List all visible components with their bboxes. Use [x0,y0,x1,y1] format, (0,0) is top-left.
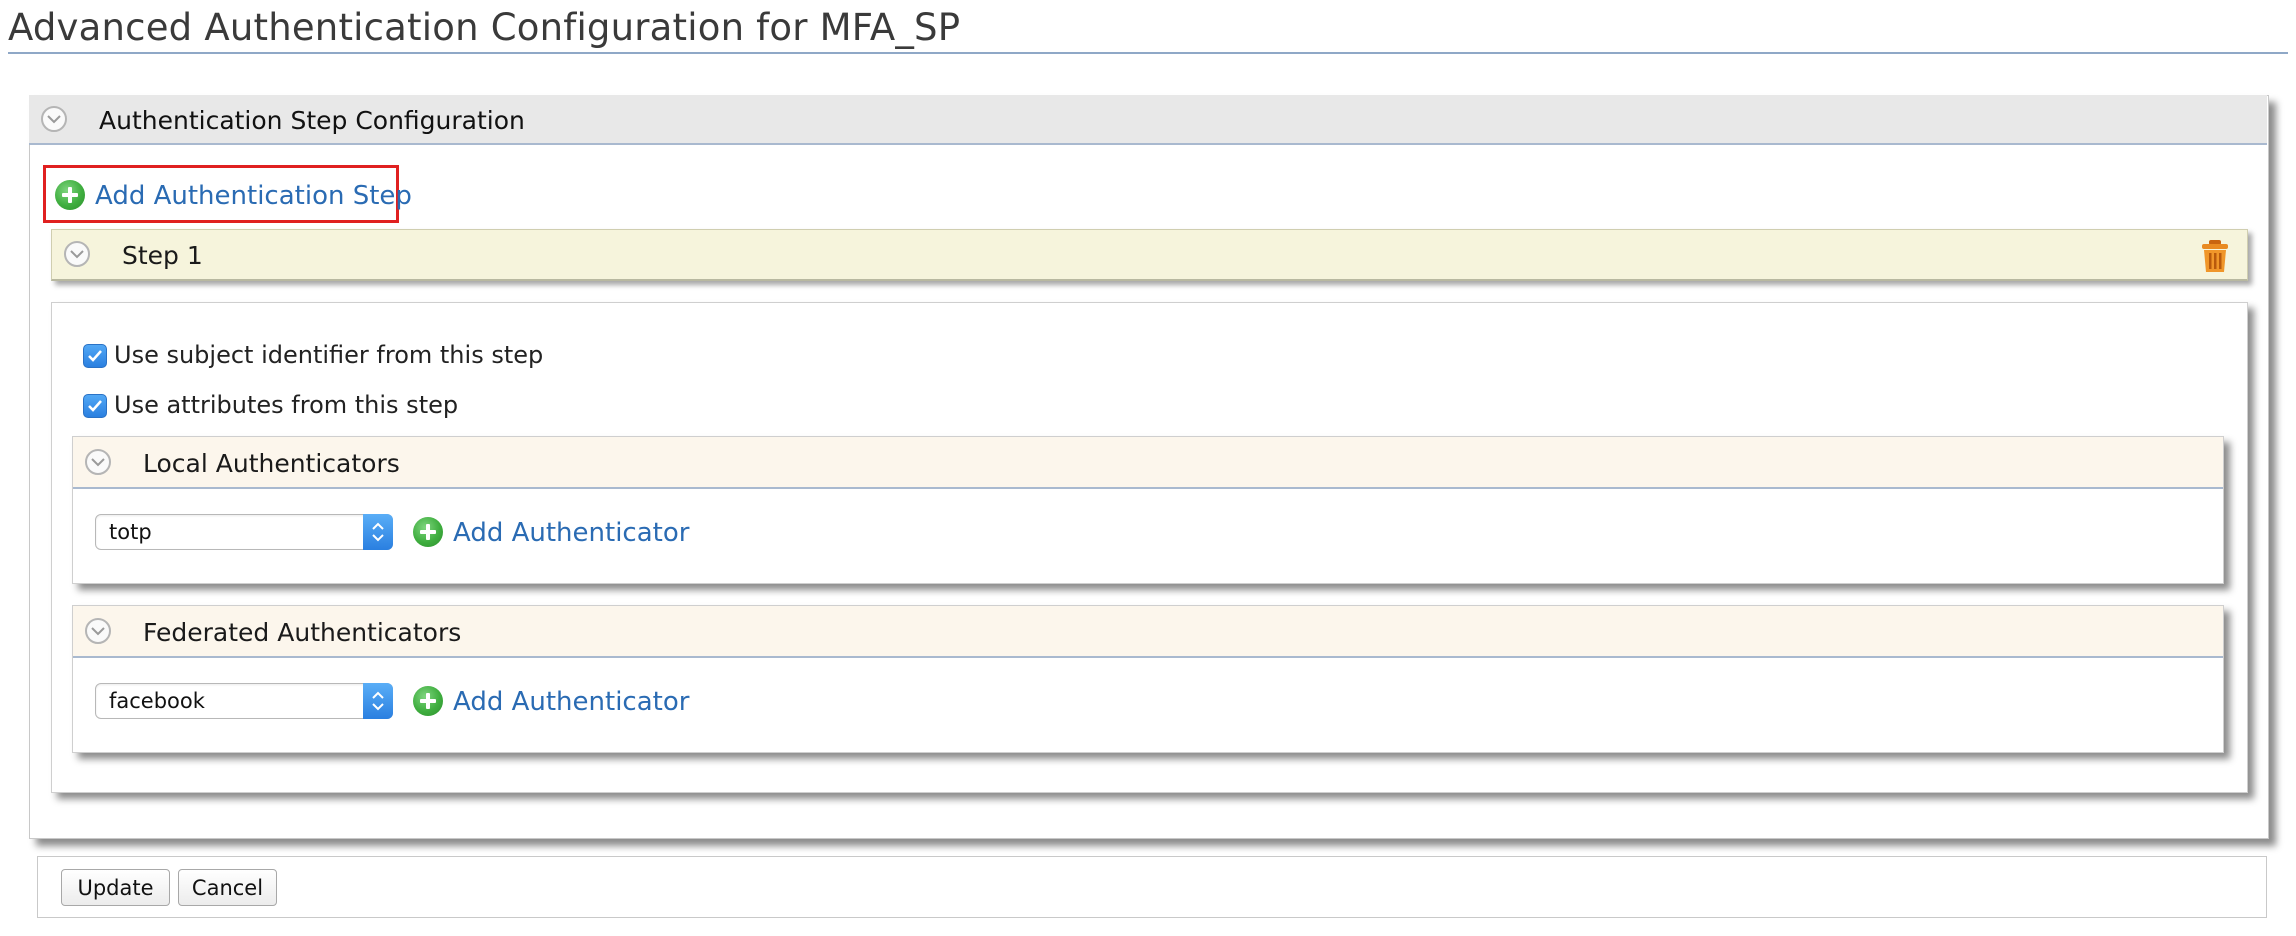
local-authenticators-title: Local Authenticators [143,449,400,478]
step-1-header[interactable]: Step 1 [51,229,2248,281]
section-title: Authentication Step Configuration [99,106,525,135]
collapse-chevron-icon[interactable] [64,241,90,267]
local-authenticator-select[interactable]: totp [95,514,393,550]
cancel-button[interactable]: Cancel [178,869,277,906]
collapse-chevron-icon[interactable] [85,618,111,644]
collapse-chevron-icon[interactable] [85,449,111,475]
step-title: Step 1 [122,241,203,270]
federated-authenticators-header[interactable]: Federated Authenticators [73,606,2223,658]
add-authentication-step-link[interactable]: Add Authentication Step [43,165,412,223]
trash-icon[interactable] [2200,239,2230,273]
checkbox-checked-icon[interactable] [83,344,107,368]
checkbox-checked-icon[interactable] [83,394,107,418]
federated-authenticators-panel: Federated Authenticators facebook Add Au… [72,605,2224,753]
select-value: totp [109,520,152,544]
add-authenticator-label: Add Authenticator [453,687,690,717]
add-authenticator-label: Add Authenticator [453,518,690,548]
add-icon [55,180,85,210]
checkbox-label: Use attributes from this step [114,391,459,419]
local-authenticators-panel: Local Authenticators totp Add Authentica… [72,436,2224,584]
title-divider [8,52,2288,54]
update-button[interactable]: Update [61,869,170,906]
select-arrows-icon[interactable] [363,514,393,550]
form-actions-bar: Update Cancel [37,856,2267,918]
select-arrows-icon[interactable] [363,683,393,719]
federated-authenticator-select[interactable]: facebook [95,683,393,719]
add-federated-authenticator-link[interactable]: Add Authenticator [413,683,689,719]
add-icon [413,517,443,547]
add-authentication-step-label: Add Authentication Step [95,181,412,211]
add-local-authenticator-link[interactable]: Add Authenticator [413,514,689,550]
collapse-chevron-icon[interactable] [41,106,67,132]
page-title: Advanced Authentication Configuration fo… [8,6,961,49]
authentication-step-configuration-header[interactable]: Authentication Step Configuration [29,95,2267,145]
local-authenticators-header[interactable]: Local Authenticators [73,437,2223,489]
select-value: facebook [109,689,205,713]
checkbox-label: Use subject identifier from this step [114,341,544,369]
add-icon [413,686,443,716]
federated-authenticators-title: Federated Authenticators [143,618,462,647]
